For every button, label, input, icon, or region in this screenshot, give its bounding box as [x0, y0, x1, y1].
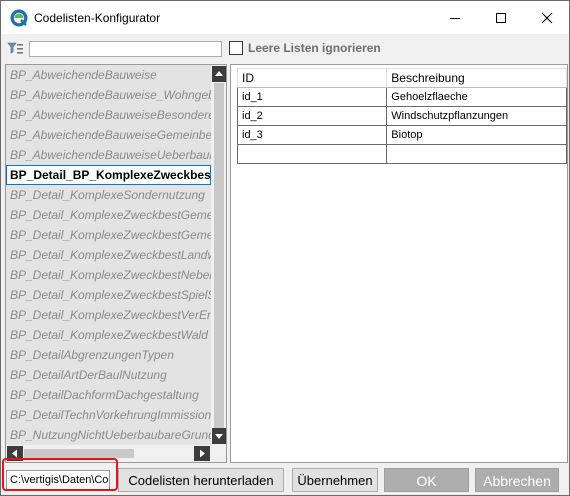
- list-item[interactable]: BP_Detail_KomplexeZweckbestSpielSportanl…: [6, 285, 211, 305]
- values-table: ID Beschreibung id_1 Gehoelzflaeche id_2…: [236, 68, 567, 164]
- title-bar[interactable]: Codelisten-Konfigurator: [1, 1, 569, 34]
- list-item[interactable]: BP_Detail_KomplexeZweckbestWald: [6, 325, 211, 345]
- list-item[interactable]: BP_DetailTechnVorkehrungImmissionsschutz: [6, 405, 211, 425]
- close-button[interactable]: [524, 1, 569, 34]
- cell-id[interactable]: id_1: [236, 87, 388, 107]
- list-item[interactable]: BP_Detail_KomplexeZweckbestLandwirtschaf…: [6, 245, 211, 265]
- minimize-icon: [450, 18, 460, 19]
- close-icon: [541, 12, 553, 24]
- app-logo-icon: [10, 9, 28, 27]
- scroll-right-button[interactable]: [194, 446, 210, 461]
- cell-id[interactable]: id_2: [236, 106, 388, 126]
- list-item[interactable]: BP_AbweichendeBauweiseBesondererN: [6, 105, 211, 125]
- apply-button[interactable]: Übernehmen: [292, 468, 378, 492]
- maximize-button[interactable]: [478, 1, 524, 34]
- codelist-list[interactable]: BP_AbweichendeBauweise BP_AbweichendeBau…: [5, 64, 227, 463]
- codelist-list-viewport: BP_AbweichendeBauweise BP_AbweichendeBau…: [6, 65, 211, 445]
- list-item[interactable]: BP_Detail_KomplexeZweckbestGemeinschaft: [6, 225, 211, 245]
- ignore-empty-lists-checkbox[interactable]: [229, 41, 243, 55]
- ok-button[interactable]: OK: [384, 468, 469, 492]
- list-item[interactable]: BP_Detail_KomplexeZweckbestNebenanlagen: [6, 265, 211, 285]
- list-item[interactable]: BP_AbweichendeBauweiseGemeinbedarf: [6, 125, 211, 145]
- ignore-empty-lists-label: Leere Listen ignorieren: [248, 41, 381, 55]
- list-item[interactable]: BP_Detail_KomplexeZweckbestGemeinbedarf: [6, 205, 211, 225]
- list-item[interactable]: BP_AbweichendeBauweise_WohngebaeudeI: [6, 85, 211, 105]
- cell-id[interactable]: [236, 144, 388, 164]
- cell-beschreibung[interactable]: Biotop: [386, 125, 567, 145]
- chevron-up-icon: [215, 71, 223, 76]
- column-header-beschreibung[interactable]: Beschreibung: [386, 68, 567, 88]
- column-header-id[interactable]: ID: [236, 68, 388, 88]
- maximize-icon: [496, 13, 506, 23]
- chevron-down-icon: [215, 434, 223, 439]
- table-row: id_2 Windschutzpflanzungen: [236, 106, 567, 126]
- chevron-right-icon: [200, 449, 205, 458]
- list-item[interactable]: BP_DetailArtDerBaulNutzung: [6, 365, 211, 385]
- list-item[interactable]: BP_Detail_KomplexeZweckbestVerEntsorgung: [6, 305, 211, 325]
- list-item[interactable]: BP_DetailDachformDachgestaltung: [6, 385, 211, 405]
- window-title: Codelisten-Konfigurator: [34, 11, 161, 25]
- list-item[interactable]: BP_DetailAbgrenzungenTypen: [6, 345, 211, 365]
- cell-id[interactable]: id_3: [236, 125, 388, 145]
- codelisten-konfigurator-window: Codelisten-Konfigurator Leere Listen ign…: [0, 0, 570, 496]
- list-vertical-scrollbar[interactable]: [211, 65, 226, 445]
- table-row: id_3 Biotop: [236, 125, 567, 145]
- table-row-new: [236, 144, 567, 164]
- cancel-button[interactable]: Abbrechen: [475, 468, 559, 492]
- vertical-scroll-thumb[interactable]: [214, 83, 224, 428]
- download-codelists-button[interactable]: Codelisten herunterladen: [118, 468, 284, 492]
- list-item[interactable]: BP_NutzungNichtUeberbaubareGrundstuecksf…: [6, 425, 211, 445]
- scroll-down-button[interactable]: [212, 428, 226, 444]
- table-row: id_1 Gehoelzflaeche: [236, 87, 567, 107]
- scroll-left-button[interactable]: [7, 446, 23, 461]
- codelist-values-grid[interactable]: ID Beschreibung id_1 Gehoelzflaeche id_2…: [230, 64, 568, 463]
- chevron-left-icon: [12, 449, 17, 458]
- cell-beschreibung[interactable]: Gehoelzflaeche: [386, 87, 567, 107]
- cell-beschreibung[interactable]: Windschutzpflanzungen: [386, 106, 567, 126]
- list-item[interactable]: BP_Detail_KomplexeSondernutzung: [6, 185, 211, 205]
- list-item[interactable]: BP_AbweichendeBauweiseUeberbaubar: [6, 145, 211, 165]
- minimize-button[interactable]: [432, 1, 478, 34]
- path-input[interactable]: C:\vertigis\Daten\Codelisten: [6, 470, 110, 490]
- scroll-up-button[interactable]: [212, 66, 226, 82]
- cell-beschreibung[interactable]: [386, 144, 567, 164]
- horizontal-scroll-thumb[interactable]: [24, 449, 134, 458]
- list-item-selected[interactable]: BP_Detail_BP_KomplexeZweckbestGemeinbeda…: [6, 165, 211, 185]
- filter-input[interactable]: [29, 41, 222, 57]
- filter-icon[interactable]: [7, 41, 24, 57]
- list-item[interactable]: BP_AbweichendeBauweise: [6, 65, 211, 85]
- table-header-row: ID Beschreibung: [236, 68, 567, 88]
- list-horizontal-scrollbar[interactable]: [6, 445, 226, 462]
